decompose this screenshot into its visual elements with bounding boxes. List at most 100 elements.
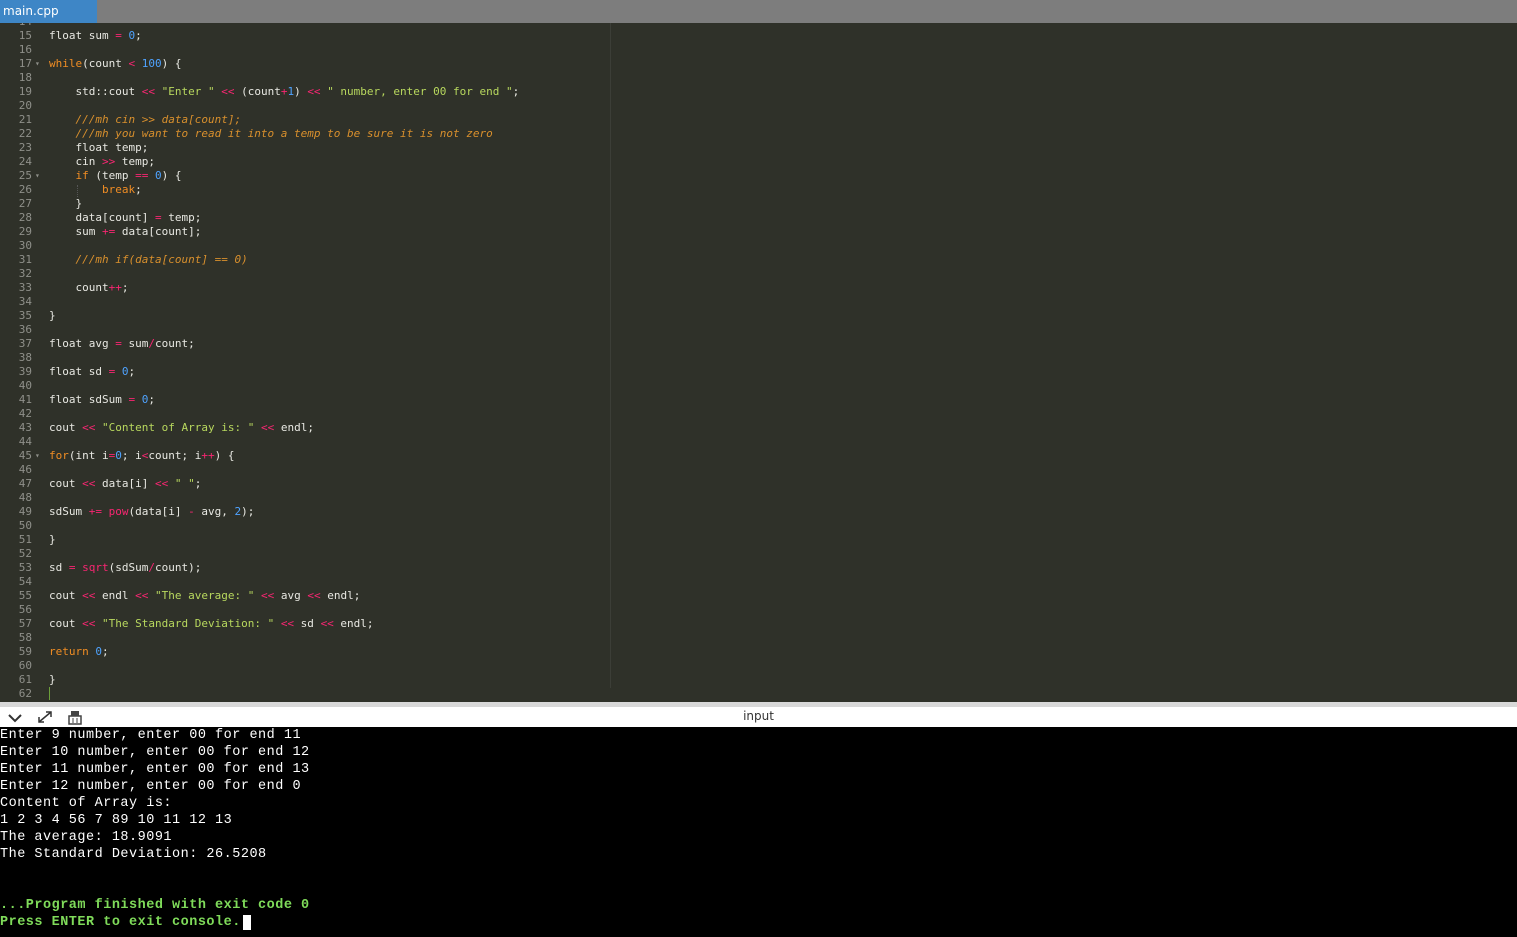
line-number: 35	[18, 309, 32, 322]
line-number: 51	[18, 533, 32, 546]
line-number: 45	[18, 449, 32, 462]
line-number: 38	[18, 351, 32, 364]
print-margin	[610, 23, 611, 688]
code-line: cin >> temp;	[49, 155, 155, 168]
line-number: 53	[18, 561, 32, 574]
code-line: sum += data[count];	[49, 225, 202, 238]
console-line: The Standard Deviation: 26.5208	[0, 847, 267, 862]
console-caret	[243, 915, 251, 930]
code-line: data[count] = temp;	[49, 211, 202, 224]
code-line: for(int i=0; i<count; i++) {	[49, 449, 235, 462]
line-number: 44	[18, 435, 32, 448]
line-number: 46	[18, 463, 32, 476]
tab-bar: main.cpp	[0, 0, 1517, 23]
line-number: 23	[18, 141, 32, 154]
code-line: if (temp == 0) {	[75, 169, 182, 182]
code-line: count++;	[49, 281, 129, 294]
line-number: 48	[18, 491, 32, 504]
console-line: ...Program finished with exit code 0	[0, 898, 310, 913]
line-number: 32	[18, 267, 32, 280]
line-number: 29	[18, 225, 32, 238]
line-number: 54	[18, 575, 32, 588]
fold-toggle-icon[interactable]: ▾	[35, 169, 40, 183]
line-number: 34	[18, 295, 32, 308]
fold-toggle-icon[interactable]: ▾	[35, 57, 40, 71]
code-line: cout << endl << "The average: " << avg <…	[49, 589, 361, 602]
code-line: std::cout << "Enter " << (count+1) << " …	[49, 85, 520, 98]
console-output[interactable]: Enter 9 number, enter 00 for end 11 Enter…	[0, 727, 1517, 937]
line-number: 60	[18, 659, 32, 672]
line-number: 47	[18, 477, 32, 490]
line-number: 52	[18, 547, 32, 560]
line-number: 31	[18, 253, 32, 266]
indent-guide	[77, 185, 78, 197]
code-line: cout << data[i] << " ";	[49, 477, 202, 490]
line-number: 43	[18, 421, 32, 434]
line-number: 50	[18, 519, 32, 532]
line-number: 41	[18, 393, 32, 406]
code-line: while(count < 100) {	[49, 57, 182, 70]
code-line: cout << "The Standard Deviation: " << sd…	[49, 617, 374, 630]
console-title: input	[743, 709, 774, 723]
console-line: 1 2 3 4 56 7 89 10 11 12 13	[0, 813, 233, 828]
line-number: 55	[18, 589, 32, 602]
line-number: 37	[18, 337, 32, 350]
line-number: 22	[18, 127, 32, 140]
line-number: 20	[18, 99, 32, 112]
line-number: 19	[18, 85, 32, 98]
code-line: }	[49, 673, 56, 686]
line-number: 56	[18, 603, 32, 616]
code-line: sd = sqrt(sdSum/count);	[49, 561, 202, 574]
code-line: }	[49, 197, 83, 210]
code-line: ///mh cin >> data[count];	[75, 113, 242, 126]
line-number: 27	[18, 197, 32, 210]
line-number: 25	[18, 169, 32, 182]
line-number: 61	[18, 673, 32, 686]
console-line: Enter 10 number, enter 00 for end 12	[0, 745, 310, 760]
line-number: 26	[18, 183, 32, 196]
line-number: 18	[18, 71, 32, 84]
code-line: ///mh you want to read it into a temp to…	[75, 127, 493, 140]
text-cursor	[49, 687, 50, 700]
console-line: Content of Array is:	[0, 796, 173, 811]
console-toolbar: input	[0, 707, 1517, 728]
line-number: 59	[18, 645, 32, 658]
line-number: 24	[18, 155, 32, 168]
code-line: sdSum += pow(data[i] - avg, 2);	[49, 505, 255, 518]
code-line: float sd = 0;	[49, 365, 136, 378]
console-line: Enter 12 number, enter 00 for end 0	[0, 779, 302, 794]
line-number: 21	[18, 113, 32, 126]
code-line: ///mh if(data[count] == 0)	[75, 253, 248, 266]
console-line: Enter 11 number, enter 00 for end 13	[0, 762, 310, 777]
line-number: 33	[18, 281, 32, 294]
code-line: }	[49, 533, 56, 546]
line-number: 39	[18, 365, 32, 378]
line-number: 15	[18, 29, 32, 42]
tab-main-cpp[interactable]: main.cpp	[0, 0, 97, 23]
code-line: cout << "Content of Array is: " << endl;	[49, 421, 314, 434]
code-line: float avg = sum/count;	[49, 337, 195, 350]
line-number: 57	[18, 617, 32, 630]
code-line: float sum = 0;	[49, 29, 142, 42]
fold-toggle-icon[interactable]: ▾	[35, 449, 40, 463]
line-number: 36	[18, 323, 32, 336]
console-line: Press ENTER to exit console.	[0, 915, 241, 930]
line-number: 40	[18, 379, 32, 392]
line-number: 28	[18, 211, 32, 224]
line-number: 58	[18, 631, 32, 644]
line-number: 17	[18, 57, 32, 70]
line-number: 16	[18, 43, 32, 56]
code-line: break;	[101, 183, 142, 196]
line-number: 62	[18, 687, 32, 700]
code-line: float temp;	[49, 141, 149, 154]
line-number: 30	[18, 239, 32, 252]
code-line: return 0;	[49, 645, 109, 658]
code-line: }	[49, 309, 56, 322]
console-line: Enter 9 number, enter 00 for end 11	[0, 728, 302, 743]
line-number: 42	[18, 407, 32, 420]
line-number-gutter: 14151617▾1819202122232425▾26272829303132…	[0, 23, 43, 702]
code-line: float sdSum = 0;	[49, 393, 155, 406]
code-editor[interactable]: 14151617▾1819202122232425▾26272829303132…	[0, 23, 1517, 702]
console-line: The average: 18.9091	[0, 830, 173, 845]
line-number: 49	[18, 505, 32, 518]
